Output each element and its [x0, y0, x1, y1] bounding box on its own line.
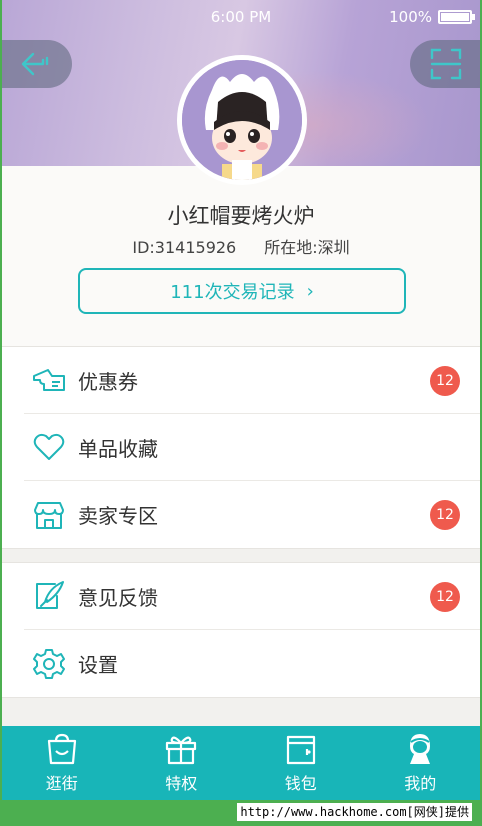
user-location: 所在地:深圳	[264, 238, 350, 257]
avatar-illustration	[182, 60, 302, 180]
tab-privileges[interactable]: 特权	[122, 726, 242, 800]
menu-item-seller-zone[interactable]: 卖家专区 12	[24, 481, 480, 548]
badge-count: 12	[430, 582, 460, 612]
shopping-bag-icon	[44, 732, 80, 766]
user-name: 小红帽要烤火炉	[167, 204, 315, 228]
badge-count: 12	[430, 500, 460, 530]
menu-label: 意见反馈	[78, 585, 158, 610]
menu-label: 卖家专区	[78, 504, 158, 528]
back-button[interactable]	[2, 40, 72, 88]
trade-history-label: 111次交易记录	[170, 282, 295, 303]
heart-icon	[32, 430, 66, 464]
tab-me[interactable]: 我的	[361, 726, 481, 800]
wallet-icon	[283, 732, 319, 766]
menu-item-settings[interactable]: 设置	[24, 630, 480, 697]
menu-group-account: 优惠券 12 单品收藏 卖家专区 12	[2, 346, 480, 549]
badge-count: 12	[430, 366, 460, 396]
gear-icon	[32, 647, 66, 681]
tab-label: 我的	[404, 774, 437, 793]
scan-icon	[430, 48, 462, 80]
menu-group-support: 意见反馈 12 设置	[2, 562, 480, 698]
tab-label: 特权	[165, 774, 198, 793]
avatar[interactable]	[177, 55, 307, 185]
tab-label: 钱包	[284, 774, 317, 793]
tab-label: 逛街	[45, 774, 78, 793]
back-arrow-icon	[21, 52, 49, 76]
menu-label: 单品收藏	[78, 436, 158, 461]
user-id: ID:31415926	[132, 238, 237, 257]
tab-shopping[interactable]: 逛街	[2, 726, 122, 800]
battery-icon	[438, 10, 475, 24]
status-bar: 6:00 PM 100%	[2, 0, 480, 34]
tab-bar: 逛街 特权 钱包 我的	[2, 726, 480, 800]
footer-credit-text[interactable]: http://www.hackhome.com[网侠]提供	[237, 803, 472, 821]
menu-item-coupons[interactable]: 优惠券 12	[24, 347, 480, 414]
scan-button[interactable]	[410, 40, 480, 88]
menu-label: 优惠券	[78, 369, 138, 394]
user-icon	[402, 732, 438, 766]
user-meta: ID:31415926 所在地:深圳	[2, 234, 480, 258]
footer-credit: http://www.hackhome.com[网侠]提供	[0, 800, 482, 826]
menu-label: 设置	[78, 653, 118, 677]
gift-icon	[163, 732, 199, 766]
app-screen: 6:00 PM 100% 小红帽要烤火炉 ID:31415926 所在地:深圳 …	[2, 0, 480, 800]
menu-item-feedback[interactable]: 意见反馈 12	[24, 563, 480, 630]
chevron-right-icon: ›	[306, 280, 314, 302]
tab-wallet[interactable]: 钱包	[241, 726, 361, 800]
menu-item-favorites[interactable]: 单品收藏	[24, 414, 480, 481]
trade-history-button[interactable]: 111次交易记录 ›	[78, 268, 406, 314]
battery-percent: 100%	[389, 8, 432, 26]
feedback-icon	[32, 579, 66, 613]
store-icon	[32, 498, 66, 532]
coupon-icon	[32, 363, 66, 397]
